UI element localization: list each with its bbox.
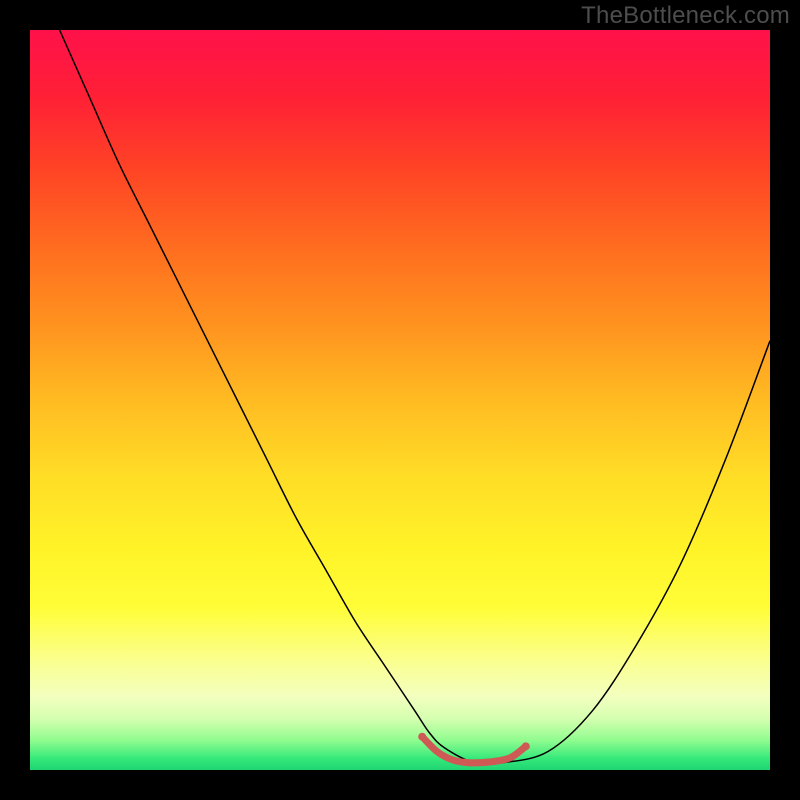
optimal-end (522, 742, 530, 750)
plot-area (30, 30, 770, 770)
chart-frame: TheBottleneck.com (0, 0, 800, 800)
chart-svg (30, 30, 770, 770)
watermark-text: TheBottleneck.com (581, 2, 790, 30)
gradient-background (30, 30, 770, 770)
optimal-start (418, 733, 426, 741)
